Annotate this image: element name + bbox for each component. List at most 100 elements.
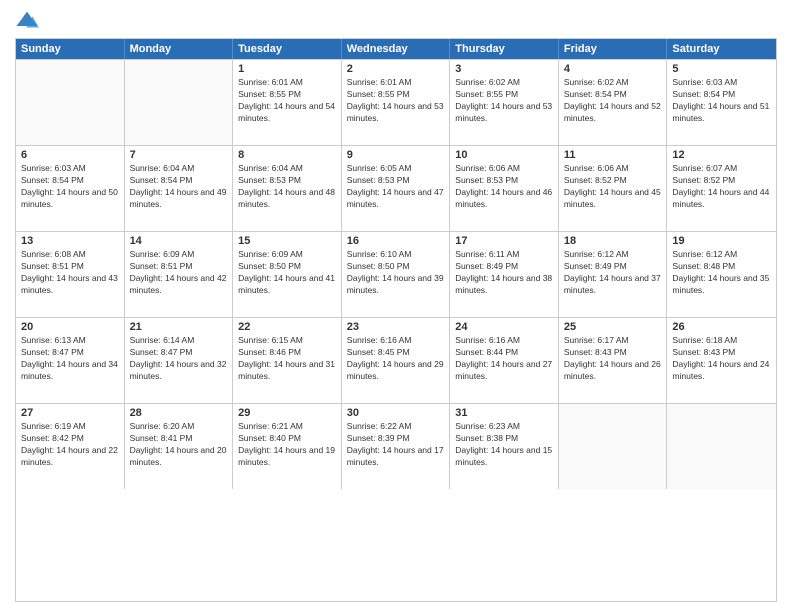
day-number: 10	[455, 149, 553, 161]
day-number: 17	[455, 235, 553, 247]
cal-cell: 22 Sunrise: 6:15 AM Sunset: 8:46 PM Dayli…	[233, 318, 342, 403]
cal-cell: 23 Sunrise: 6:16 AM Sunset: 8:45 PM Dayli…	[342, 318, 451, 403]
header-day-wednesday: Wednesday	[342, 39, 451, 59]
day-number: 1	[238, 63, 336, 75]
cell-info: Sunrise: 6:02 AM Sunset: 8:54 PM Dayligh…	[564, 77, 662, 125]
day-number: 9	[347, 149, 445, 161]
header	[15, 10, 777, 30]
cell-info: Sunrise: 6:03 AM Sunset: 8:54 PM Dayligh…	[21, 163, 119, 211]
cal-cell: 20 Sunrise: 6:13 AM Sunset: 8:47 PM Dayli…	[16, 318, 125, 403]
cal-cell	[16, 60, 125, 145]
cal-cell: 3Sunrise: 6:02 AM Sunset: 8:55 PM Daylig…	[450, 60, 559, 145]
cell-info: Sunrise: 6:17 AM Sunset: 8:43 PM Dayligh…	[564, 335, 662, 383]
cal-cell: 16Sunrise: 6:10 AM Sunset: 8:50 PM Dayli…	[342, 232, 451, 317]
cal-cell: 21Sunrise: 6:14 AM Sunset: 8:47 PM Dayli…	[125, 318, 234, 403]
cell-info: Sunrise: 6:07 AM Sunset: 8:52 PM Dayligh…	[672, 163, 771, 211]
cal-cell: 12 Sunrise: 6:07 AM Sunset: 8:52 PM Dayli…	[667, 146, 776, 231]
cell-info: Sunrise: 6:05 AM Sunset: 8:53 PM Dayligh…	[347, 163, 445, 211]
cell-info: Sunrise: 6:01 AM Sunset: 8:55 PM Dayligh…	[238, 77, 336, 125]
logo-icon	[15, 10, 39, 30]
cell-info: Sunrise: 6:15 AM Sunset: 8:46 PM Dayligh…	[238, 335, 336, 383]
cell-info: Sunrise: 6:04 AM Sunset: 8:53 PM Dayligh…	[238, 163, 336, 211]
day-number: 31	[455, 407, 553, 419]
week-row-2: 13 Sunrise: 6:08 AM Sunset: 8:51 PM Dayli…	[16, 231, 776, 317]
cal-cell: 15Sunrise: 6:09 AM Sunset: 8:50 PM Dayli…	[233, 232, 342, 317]
cell-info: Sunrise: 6:01 AM Sunset: 8:55 PM Dayligh…	[347, 77, 445, 125]
week-row-0: 1 Sunrise: 6:01 AM Sunset: 8:55 PM Daylig…	[16, 59, 776, 145]
cal-cell	[667, 404, 776, 489]
cell-info: Sunrise: 6:16 AM Sunset: 8:45 PM Dayligh…	[347, 335, 445, 383]
day-number: 27	[21, 407, 119, 419]
header-day-thursday: Thursday	[450, 39, 559, 59]
day-number: 13	[21, 235, 119, 247]
cal-cell: 30 Sunrise: 6:22 AM Sunset: 8:39 PM Dayli…	[342, 404, 451, 489]
cell-info: Sunrise: 6:08 AM Sunset: 8:51 PM Dayligh…	[21, 249, 119, 297]
day-number: 19	[672, 235, 771, 247]
day-number: 30	[347, 407, 445, 419]
day-number: 21	[130, 321, 228, 333]
calendar-body: 1 Sunrise: 6:01 AM Sunset: 8:55 PM Daylig…	[16, 59, 776, 489]
cell-info: Sunrise: 6:12 AM Sunset: 8:48 PM Dayligh…	[672, 249, 771, 297]
week-row-1: 6 Sunrise: 6:03 AM Sunset: 8:54 PM Daylig…	[16, 145, 776, 231]
day-number: 16	[347, 235, 445, 247]
day-number: 7	[130, 149, 228, 161]
cal-cell	[559, 404, 668, 489]
header-day-friday: Friday	[559, 39, 668, 59]
day-number: 5	[672, 63, 771, 75]
cal-cell: 14 Sunrise: 6:09 AM Sunset: 8:51 PM Dayli…	[125, 232, 234, 317]
cell-info: Sunrise: 6:11 AM Sunset: 8:49 PM Dayligh…	[455, 249, 553, 297]
cal-cell: 31 Sunrise: 6:23 AM Sunset: 8:38 PM Dayli…	[450, 404, 559, 489]
header-day-sunday: Sunday	[16, 39, 125, 59]
day-number: 25	[564, 321, 662, 333]
cell-info: Sunrise: 6:21 AM Sunset: 8:40 PM Dayligh…	[238, 421, 336, 469]
cal-cell: 26Sunrise: 6:18 AM Sunset: 8:43 PM Dayli…	[667, 318, 776, 403]
cell-info: Sunrise: 6:06 AM Sunset: 8:52 PM Dayligh…	[564, 163, 662, 211]
cal-cell	[125, 60, 234, 145]
cell-info: Sunrise: 6:23 AM Sunset: 8:38 PM Dayligh…	[455, 421, 553, 469]
cal-cell: 19 Sunrise: 6:12 AM Sunset: 8:48 PM Dayli…	[667, 232, 776, 317]
cal-cell: 10 Sunrise: 6:06 AM Sunset: 8:53 PM Dayli…	[450, 146, 559, 231]
cell-info: Sunrise: 6:12 AM Sunset: 8:49 PM Dayligh…	[564, 249, 662, 297]
day-number: 28	[130, 407, 228, 419]
day-number: 14	[130, 235, 228, 247]
cell-info: Sunrise: 6:16 AM Sunset: 8:44 PM Dayligh…	[455, 335, 553, 383]
header-day-monday: Monday	[125, 39, 234, 59]
cell-info: Sunrise: 6:09 AM Sunset: 8:50 PM Dayligh…	[238, 249, 336, 297]
cell-info: Sunrise: 6:06 AM Sunset: 8:53 PM Dayligh…	[455, 163, 553, 211]
cal-cell: 7Sunrise: 6:04 AM Sunset: 8:54 PM Daylig…	[125, 146, 234, 231]
cal-cell: 24Sunrise: 6:16 AM Sunset: 8:44 PM Dayli…	[450, 318, 559, 403]
calendar-header: SundayMondayTuesdayWednesdayThursdayFrid…	[16, 39, 776, 59]
logo	[15, 10, 43, 30]
week-row-3: 20 Sunrise: 6:13 AM Sunset: 8:47 PM Dayli…	[16, 317, 776, 403]
cell-info: Sunrise: 6:19 AM Sunset: 8:42 PM Dayligh…	[21, 421, 119, 469]
cell-info: Sunrise: 6:22 AM Sunset: 8:39 PM Dayligh…	[347, 421, 445, 469]
cal-cell: 28 Sunrise: 6:20 AM Sunset: 8:41 PM Dayli…	[125, 404, 234, 489]
day-number: 12	[672, 149, 771, 161]
cal-cell: 5Sunrise: 6:03 AM Sunset: 8:54 PM Daylig…	[667, 60, 776, 145]
day-number: 22	[238, 321, 336, 333]
day-number: 29	[238, 407, 336, 419]
header-day-tuesday: Tuesday	[233, 39, 342, 59]
day-number: 23	[347, 321, 445, 333]
cell-info: Sunrise: 6:02 AM Sunset: 8:55 PM Dayligh…	[455, 77, 553, 125]
cal-cell: 9 Sunrise: 6:05 AM Sunset: 8:53 PM Daylig…	[342, 146, 451, 231]
day-number: 2	[347, 63, 445, 75]
cell-info: Sunrise: 6:13 AM Sunset: 8:47 PM Dayligh…	[21, 335, 119, 383]
page: SundayMondayTuesdayWednesdayThursdayFrid…	[0, 0, 792, 612]
cell-info: Sunrise: 6:18 AM Sunset: 8:43 PM Dayligh…	[672, 335, 771, 383]
cal-cell: 1 Sunrise: 6:01 AM Sunset: 8:55 PM Daylig…	[233, 60, 342, 145]
day-number: 6	[21, 149, 119, 161]
day-number: 8	[238, 149, 336, 161]
cal-cell: 6 Sunrise: 6:03 AM Sunset: 8:54 PM Daylig…	[16, 146, 125, 231]
cell-info: Sunrise: 6:20 AM Sunset: 8:41 PM Dayligh…	[130, 421, 228, 469]
cal-cell: 18Sunrise: 6:12 AM Sunset: 8:49 PM Dayli…	[559, 232, 668, 317]
cal-cell: 11 Sunrise: 6:06 AM Sunset: 8:52 PM Dayli…	[559, 146, 668, 231]
day-number: 20	[21, 321, 119, 333]
cal-cell: 4Sunrise: 6:02 AM Sunset: 8:54 PM Daylig…	[559, 60, 668, 145]
day-number: 11	[564, 149, 662, 161]
cal-cell: 17 Sunrise: 6:11 AM Sunset: 8:49 PM Dayli…	[450, 232, 559, 317]
cal-cell: 8 Sunrise: 6:04 AM Sunset: 8:53 PM Daylig…	[233, 146, 342, 231]
cell-info: Sunrise: 6:09 AM Sunset: 8:51 PM Dayligh…	[130, 249, 228, 297]
cal-cell: 29 Sunrise: 6:21 AM Sunset: 8:40 PM Dayli…	[233, 404, 342, 489]
cal-cell: 25 Sunrise: 6:17 AM Sunset: 8:43 PM Dayli…	[559, 318, 668, 403]
